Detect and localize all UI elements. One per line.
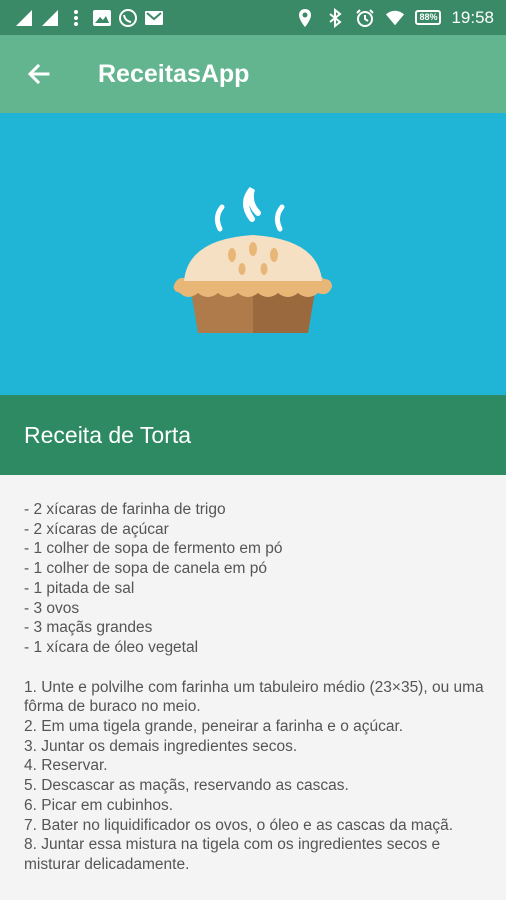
step-item: 2. Em uma tigela grande, peneirar a fari… [24, 718, 404, 736]
recipe-content: - 2 xícaras de farinha de trigo - 2 xíca… [24, 500, 494, 875]
recipe-hero-banner [0, 113, 506, 395]
ingredient-item: - 2 xícaras de açúcar [24, 520, 169, 538]
status-time: 19:58 [451, 7, 494, 27]
recipe-title: Receita de Torta [24, 421, 192, 448]
arrow-back-icon [28, 63, 50, 85]
ingredient-item: - 1 pitada de sal [24, 579, 135, 597]
step-item: 4. Reservar. [24, 757, 108, 775]
more-vert-icon [66, 8, 86, 28]
wifi-icon [385, 8, 405, 28]
signal-icon [14, 8, 34, 28]
ingredient-item: - 3 ovos [24, 599, 80, 617]
ingredient-item: - 2 xícaras de farinha de trigo [24, 501, 226, 518]
whatsapp-icon [118, 8, 138, 28]
recipe-title-bar: Receita de Torta [0, 395, 506, 475]
location-icon [295, 8, 315, 28]
ingredient-item: - 1 colher de sopa de canela em pó [24, 560, 267, 578]
status-bar: 88% 19:58 [0, 0, 506, 35]
ingredient-item: - 3 maçãs grandes [24, 619, 153, 637]
step-item: 6. Picar em cubinhos. [24, 796, 174, 814]
steps-list: 1. Unte e polvilhe com farinha um tabule… [24, 678, 494, 875]
gmail-icon [144, 8, 164, 28]
app-title: ReceitasApp [98, 59, 250, 88]
alarm-icon [355, 8, 375, 28]
status-right-icons: 88% 19:58 [295, 7, 494, 28]
step-item: 5. Descascar as maçãs, reservando as cas… [24, 777, 349, 795]
pie-icon [173, 187, 332, 333]
bluetooth-icon [325, 7, 345, 28]
ingredient-item: - 1 colher de sopa de fermento em pó [24, 540, 283, 558]
step-item: 8. Juntar essa mistura na tigela com os … [24, 836, 441, 873]
battery-indicator: 88% [415, 10, 442, 25]
ingredients-list: - 2 xícaras de farinha de trigo - 2 xíca… [24, 500, 494, 658]
ingredient-item: - 1 xícara de óleo vegetal [24, 638, 199, 656]
back-button[interactable] [24, 59, 54, 89]
step-item: 3. Juntar os demais ingredientes secos. [24, 737, 298, 755]
app-bar: ReceitasApp [0, 35, 506, 113]
status-left-icons [14, 8, 164, 28]
image-icon [92, 8, 112, 28]
step-item: 7. Bater no liquidificador os ovos, o ól… [24, 816, 454, 834]
signal-icon-2 [40, 8, 60, 28]
step-item: 1. Unte e polvilhe com farinha um tabule… [24, 678, 484, 716]
